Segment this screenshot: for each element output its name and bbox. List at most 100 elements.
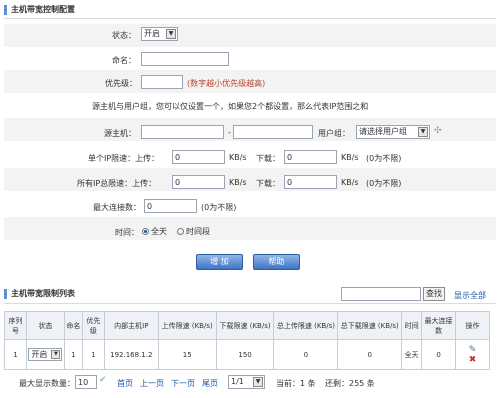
source-end-input[interactable]: [233, 125, 313, 139]
max-connections-label: 最大连接数：: [93, 203, 141, 212]
all-ip-upload-input[interactable]: [172, 175, 225, 189]
cell-total-download: 0: [337, 339, 403, 370]
status-select[interactable]: 开启 ▼: [141, 27, 178, 41]
col-header-total-download: 总下载限速 (KB/s): [337, 311, 403, 340]
cell-download: 150: [215, 339, 275, 370]
divider: [4, 18, 496, 19]
cell-name: 1: [63, 339, 83, 370]
col-header-upload: 上传限速 (KB/s): [157, 311, 217, 340]
cell-time: 全天: [401, 339, 423, 370]
cell-max-connections: 0: [421, 339, 457, 370]
chevron-down-icon: ▼: [253, 377, 263, 387]
prev-page-link[interactable]: 上一页: [140, 378, 164, 389]
config-section-title: 主机带宽控制配置: [4, 4, 75, 15]
all-ip-limit-label: 所有IP总限速：上传：: [77, 179, 157, 188]
per-ip-download-input[interactable]: [284, 150, 337, 164]
per-ip-hint: (0为不限): [366, 154, 402, 163]
cell-priority: 1: [81, 339, 105, 370]
col-header-actions: 操作: [455, 311, 490, 340]
time-all-day-option[interactable]: 全天: [142, 226, 167, 237]
per-ip-download-unit: KB/s: [341, 153, 359, 162]
user-group-select-value: 请选择用户组: [359, 127, 407, 136]
delete-icon[interactable]: ✖: [456, 355, 489, 365]
divider: [4, 303, 496, 304]
max-connections-hint: (0为不限): [201, 203, 237, 212]
config-title-text: 主机带宽控制配置: [11, 5, 75, 14]
bandwidth-limit-table: 序列号 状态 命名 优先级 内部主机IP 上传限速 (KB/s) 下载限速 (K…: [4, 311, 490, 370]
chevron-down-icon: ▼: [166, 29, 176, 39]
list-title-text: 主机带宽限制列表: [11, 289, 75, 298]
per-ip-upload-input[interactable]: [172, 150, 225, 164]
col-header-download: 下载限速 (KB/s): [215, 311, 275, 340]
check-icon[interactable]: ✔: [99, 375, 107, 385]
user-group-select[interactable]: 请选择用户组 ▼: [356, 125, 430, 139]
first-page-link[interactable]: 首页: [117, 378, 133, 389]
show-all-link[interactable]: 显示全部: [454, 290, 486, 301]
page-select[interactable]: 1/1 ▼: [228, 375, 265, 389]
source-range-separator: -: [228, 128, 231, 137]
source-group-notice: 源主机与用户组，您可以仅设置一个，如果您2个都设置，那么代表IP范围之和: [92, 102, 369, 111]
add-button[interactable]: 增 加: [196, 254, 243, 270]
remaining-count: 还剩：255 条: [325, 379, 375, 388]
user-group-label: 用户组：: [318, 129, 350, 138]
source-start-input[interactable]: [141, 125, 224, 139]
last-page-link[interactable]: 尾页: [202, 378, 218, 389]
priority-input[interactable]: [141, 75, 183, 89]
section-marker-icon: [4, 4, 7, 15]
col-header-ip: 内部主机IP: [103, 311, 159, 340]
name-label: 命名：: [112, 56, 136, 65]
time-label: 时间：: [115, 228, 139, 237]
search-button[interactable]: 查找: [423, 287, 445, 301]
next-page-link[interactable]: 下一页: [171, 378, 195, 389]
table-row: 1 开启 ▼ 1 1 192.168.1.2 15 150 0 0 全天 0 ✎…: [4, 339, 490, 370]
col-header-max-connections: 最大连接数: [421, 311, 457, 340]
cell-status: 开启 ▼: [25, 339, 65, 370]
col-header-time: 时间: [401, 311, 423, 340]
cell-upload: 15: [157, 339, 217, 370]
all-ip-download-unit: KB/s: [341, 178, 359, 187]
radio-selected-icon: [142, 228, 149, 235]
col-header-index: 序列号: [4, 311, 27, 340]
edit-icon[interactable]: ✎: [456, 345, 489, 355]
all-ip-download-label: 下载：: [256, 179, 280, 188]
priority-label: 优先级：: [105, 79, 137, 88]
status-label: 状态：: [112, 31, 136, 40]
chevron-down-icon: ▼: [51, 350, 61, 359]
current-count: 当前：1 条: [276, 379, 316, 388]
max-display-input[interactable]: [75, 375, 97, 389]
cell-total-upload: 0: [273, 339, 339, 370]
time-all-day-label: 全天: [151, 227, 167, 236]
all-ip-download-input[interactable]: [284, 175, 337, 189]
section-marker-icon: [4, 288, 7, 299]
cell-actions: ✎ ✖: [455, 339, 490, 370]
table-header-row: 序列号 状态 命名 优先级 内部主机IP 上传限速 (KB/s) 下载限速 (K…: [4, 311, 490, 340]
per-ip-upload-unit: KB/s: [229, 153, 247, 162]
per-ip-download-label: 下载：: [256, 154, 280, 163]
name-input[interactable]: [141, 52, 229, 66]
source-host-label: 源主机：: [104, 129, 136, 138]
per-ip-limit-label: 单个IP限速：上传：: [88, 154, 160, 163]
help-button[interactable]: 帮助: [253, 254, 300, 270]
col-header-total-upload: 总上传限速 (KB/s): [273, 311, 339, 340]
max-connections-input[interactable]: [144, 199, 197, 213]
all-ip-upload-unit: KB/s: [229, 178, 247, 187]
col-header-priority: 优先级: [81, 311, 105, 340]
priority-hint: (数字越小优先级越高): [187, 79, 266, 88]
add-group-icon[interactable]: ✣: [434, 126, 442, 136]
list-section-title: 主机带宽限制列表: [4, 288, 75, 299]
time-period-label: 时间段: [186, 227, 210, 236]
all-ip-hint: (0为不限): [366, 179, 402, 188]
cell-index: 1: [4, 339, 27, 370]
col-header-name: 命名: [63, 311, 83, 340]
col-header-status: 状态: [25, 311, 65, 340]
time-period-option[interactable]: 时间段: [177, 226, 210, 237]
row-status-value: 开启: [31, 350, 48, 359]
chevron-down-icon: ▼: [418, 127, 428, 137]
cell-ip: 192.168.1.2: [103, 339, 159, 370]
row-status-select[interactable]: 开启 ▼: [28, 348, 63, 361]
search-input[interactable]: [341, 287, 421, 301]
max-display-label: 最大显示数量：: [19, 379, 75, 388]
radio-icon: [177, 228, 184, 235]
status-select-value: 开启: [144, 29, 160, 38]
page-select-value: 1/1: [231, 377, 244, 386]
